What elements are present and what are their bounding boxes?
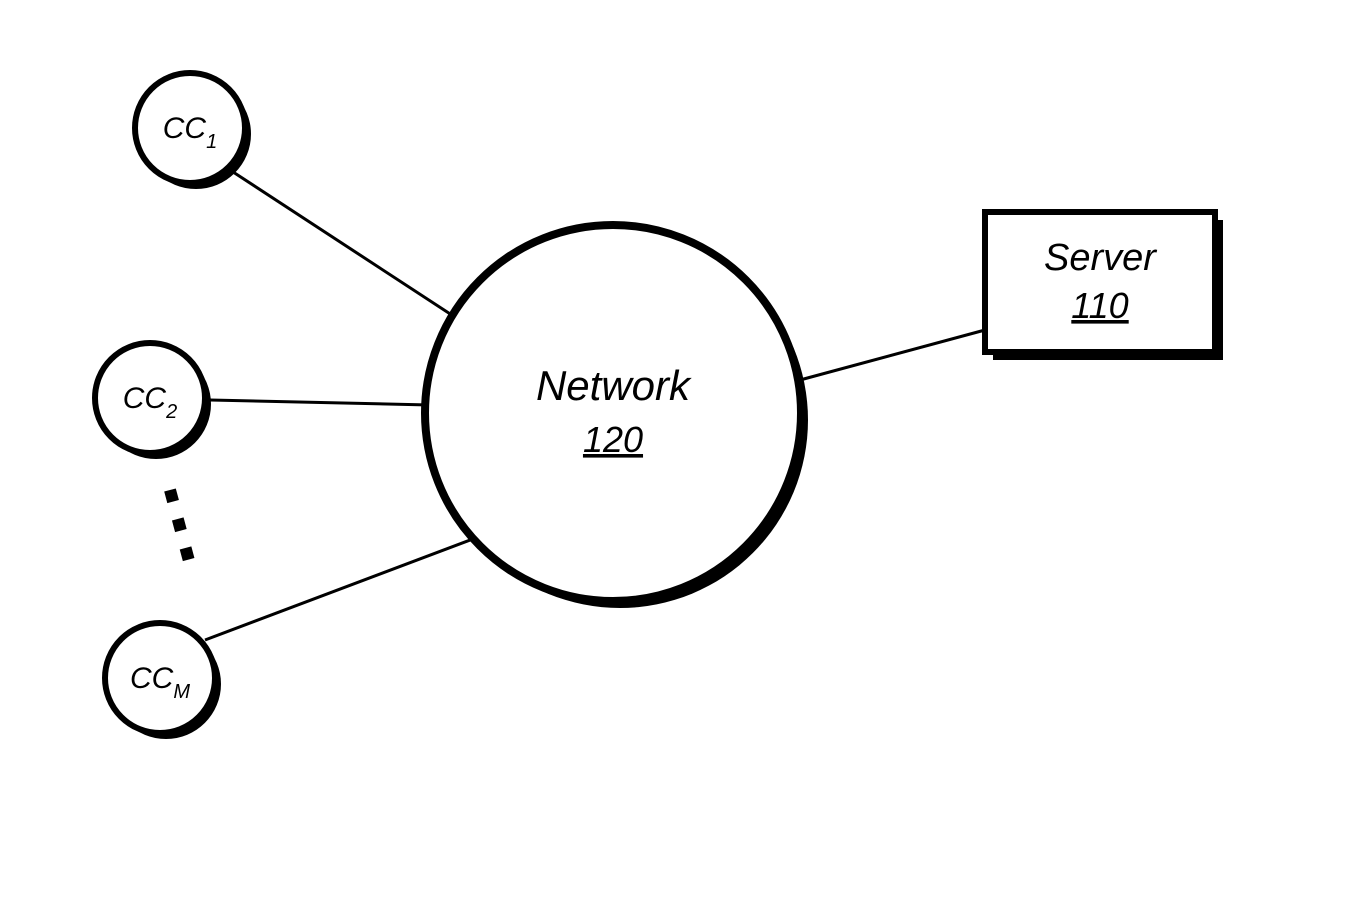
network-node: Network 120	[425, 225, 808, 608]
cc1-node: CC1	[135, 73, 251, 189]
ccm-node: CCM	[105, 623, 221, 739]
cc2-label-main: CC	[123, 382, 167, 415]
cc1-label-sub: 1	[206, 131, 217, 153]
network-diagram: Network 120 CC1 CC2 CCM Server 110	[0, 0, 1350, 907]
ellipsis-dots	[164, 488, 194, 561]
edge-cc2-network	[210, 400, 430, 405]
edge-ccm-network	[205, 525, 510, 640]
ccm-label-main: CC	[130, 662, 174, 695]
edge-network-server	[800, 330, 985, 380]
cc2-node: CC2	[95, 343, 211, 459]
server-ref: 110	[1071, 285, 1128, 326]
cc1-label-main: CC	[163, 112, 207, 145]
network-ref: 120	[583, 419, 643, 460]
cc2-label-sub: 2	[165, 401, 177, 423]
ccm-label-sub: M	[173, 681, 190, 703]
server-node: Server 110	[985, 212, 1223, 360]
network-label: Network	[536, 362, 692, 409]
server-label: Server	[1044, 237, 1157, 279]
